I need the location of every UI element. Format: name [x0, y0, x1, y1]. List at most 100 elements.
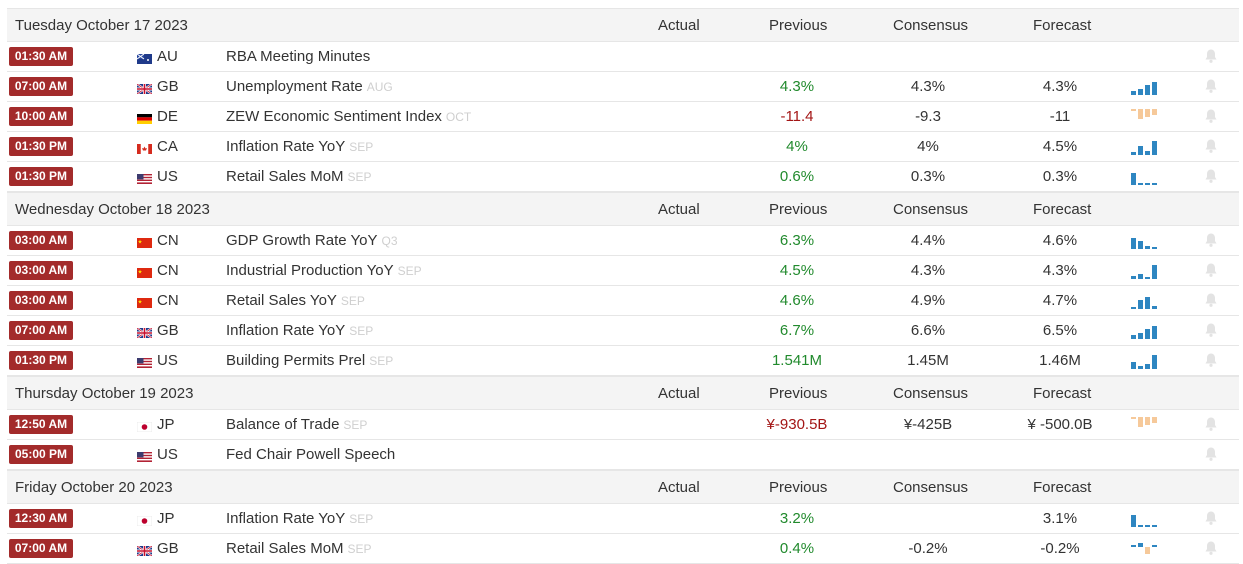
event-name-link[interactable]: Industrial Production YoY SEP [226, 262, 422, 279]
sparkline-chart-icon[interactable] [1130, 138, 1158, 155]
bell-icon[interactable] [1204, 262, 1218, 278]
column-actual-label: Actual [658, 200, 700, 218]
consensus-value: 6.6% [910, 322, 946, 339]
forecast-value: 1.46M [1039, 352, 1081, 369]
reference-period: SEP [349, 324, 374, 338]
consensus-value: 4.3% [910, 78, 946, 95]
previous-value: 4.3% [779, 78, 815, 95]
reference-period: OCT [445, 110, 472, 124]
bell-icon[interactable] [1204, 446, 1218, 462]
event-name-link[interactable]: Building Permits Prel SEP [226, 352, 393, 369]
sparkline-chart-icon[interactable] [1130, 232, 1158, 249]
event-row[interactable]: 12:30 AM JP Inflation Rate YoY SEP 3.2% 3.1% [7, 504, 1239, 534]
sparkline-chart-icon[interactable] [1130, 108, 1158, 125]
event-row[interactable]: 07:00 AM GB Unemployment Rate AUG 4.3% 4.3% 4.… [7, 72, 1239, 102]
event-name: Industrial Production YoY [226, 262, 394, 279]
previous-value: 6.3% [779, 232, 815, 249]
event-time-badge: 01:30 PM [9, 137, 73, 156]
bell-icon[interactable] [1204, 108, 1218, 124]
event-name-link[interactable]: Inflation Rate YoY SEP [226, 138, 373, 155]
country-code: GB [157, 78, 179, 95]
event-name-link[interactable]: Retail Sales MoM SEP [226, 540, 372, 557]
sparkline-chart-icon[interactable] [1130, 78, 1158, 95]
country-code: CN [157, 262, 179, 279]
event-name-link[interactable]: Retail Sales YoY SEP [226, 292, 365, 309]
country-code: CA [157, 138, 178, 155]
sparkline-chart-icon[interactable] [1130, 292, 1158, 309]
event-name-link[interactable]: GDP Growth Rate YoY Q3 [226, 232, 398, 249]
column-consensus-label: Consensus [893, 384, 969, 402]
event-name-link[interactable]: ZEW Economic Sentiment Index OCT [226, 108, 471, 125]
bell-icon[interactable] [1204, 416, 1218, 432]
country-code: AU [157, 48, 178, 65]
event-row[interactable]: 10:00 AM DE ZEW Economic Sentiment Index OC… [7, 102, 1239, 132]
sparkline-chart-icon[interactable] [1130, 262, 1158, 279]
sparkline-chart-icon[interactable] [1130, 322, 1158, 339]
column-forecast-label: Forecast [1033, 16, 1092, 34]
bell-icon[interactable] [1204, 510, 1218, 526]
bell-icon[interactable] [1204, 292, 1218, 308]
bell-icon[interactable] [1204, 78, 1218, 94]
event-time-badge: 07:00 AM [9, 321, 73, 340]
country-code: GB [157, 322, 179, 339]
event-name-link[interactable]: RBA Meeting Minutes [226, 48, 370, 65]
sparkline-chart-icon[interactable] [1130, 416, 1158, 433]
bell-icon[interactable] [1204, 138, 1218, 154]
event-name-link[interactable]: Inflation Rate YoY SEP [226, 510, 373, 527]
bell-icon[interactable] [1204, 48, 1218, 64]
event-row[interactable]: 01:30 AM AU RBA Meeting Minutes [7, 42, 1239, 72]
event-row[interactable]: 05:00 PM US Fed Chair Powell Speech [7, 440, 1239, 470]
ca-flag-icon [137, 141, 152, 154]
event-time-badge: 03:00 AM [9, 261, 73, 280]
event-row[interactable]: 03:00 AM CN GDP Growth Rate YoY Q3 6.3% 4.4% 4… [7, 226, 1239, 256]
us-flag-icon [137, 171, 152, 184]
event-row[interactable]: 01:30 PM US Building Permits Prel SEP 1.541M… [7, 346, 1239, 376]
consensus-value: ¥-425B [903, 416, 953, 433]
event-time-badge: 03:00 AM [9, 291, 73, 310]
sparkline-chart-icon[interactable] [1130, 352, 1158, 369]
us-flag-icon [137, 449, 152, 462]
event-name-link[interactable]: Fed Chair Powell Speech [226, 446, 395, 463]
event-name-link[interactable]: Balance of Trade SEP [226, 416, 367, 433]
forecast-value: ¥ -500.0B [1027, 416, 1093, 433]
forecast-value: 4.3% [1042, 262, 1078, 279]
previous-value: 4% [786, 138, 808, 155]
event-time-badge: 07:00 AM [9, 77, 73, 96]
event-name-link[interactable]: Retail Sales MoM SEP [226, 168, 372, 185]
column-consensus-label: Consensus [893, 200, 969, 218]
event-row[interactable]: 07:00 AM GB Retail Sales MoM SEP 0.4% -0.2% -0… [7, 534, 1239, 564]
country-code: CN [157, 292, 179, 309]
bell-icon[interactable] [1204, 322, 1218, 338]
consensus-value: 1.45M [907, 352, 949, 369]
event-time-badge: 01:30 AM [9, 47, 73, 66]
bell-icon[interactable] [1204, 168, 1218, 184]
event-name-link[interactable]: Inflation Rate YoY SEP [226, 322, 373, 339]
previous-value: 6.7% [779, 322, 815, 339]
event-row[interactable]: 01:30 PM US Retail Sales MoM SEP 0.6% 0.3% 0.3… [7, 162, 1239, 192]
gb-flag-icon [136, 543, 153, 557]
country-code: US [157, 168, 178, 185]
event-row[interactable]: 12:50 AM JP Balance of Trade SEP ¥-930.5B ¥-4… [7, 410, 1239, 440]
event-row[interactable]: 07:00 AM GB Inflation Rate YoY SEP 6.7% 6.6% 6… [7, 316, 1239, 346]
consensus-value: 4.3% [910, 262, 946, 279]
event-row[interactable]: 03:00 AM CN Retail Sales YoY SEP 4.6% 4.9% 4.7… [7, 286, 1239, 316]
sparkline-chart-icon[interactable] [1130, 510, 1158, 527]
consensus-value: 0.3% [910, 168, 946, 185]
de-flag-icon [137, 111, 152, 124]
column-actual-label: Actual [658, 478, 700, 496]
bell-icon[interactable] [1204, 232, 1218, 248]
day-title: Wednesday October 18 2023 [15, 200, 210, 218]
event-row[interactable]: 01:30 PM CA Inflation Rate YoY SEP 4% 4% 4.5% [7, 132, 1239, 162]
event-row[interactable]: 03:00 AM CN Industrial Production YoY SEP 4.… [7, 256, 1239, 286]
sparkline-chart-icon[interactable] [1130, 168, 1158, 185]
event-name-link[interactable]: Unemployment Rate AUG [226, 78, 393, 95]
event-time-badge: 03:00 AM [9, 231, 73, 250]
event-name: Unemployment Rate [226, 78, 363, 95]
bell-icon[interactable] [1204, 540, 1218, 556]
sparkline-chart-icon[interactable] [1130, 540, 1158, 557]
previous-value: 4.5% [779, 262, 815, 279]
bell-icon[interactable] [1204, 352, 1218, 368]
previous-value: ¥-930.5B [766, 416, 828, 433]
day-header: Tuesday October 17 2023 Actual Previous Con… [7, 8, 1239, 42]
forecast-value: 0.3% [1042, 168, 1078, 185]
